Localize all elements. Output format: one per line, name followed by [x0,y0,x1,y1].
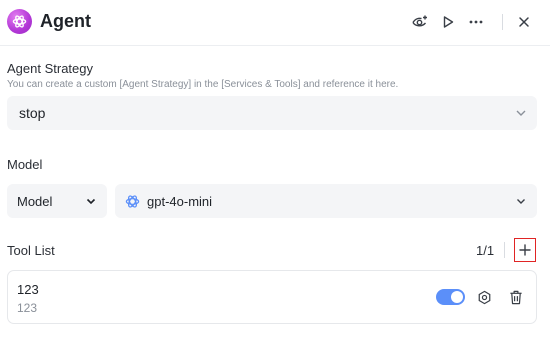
plus-icon [519,244,531,256]
tool-enable-toggle[interactable] [436,289,465,305]
model-type-select[interactable]: Model [7,184,107,218]
panel-title: Agent [40,11,91,31]
agent-strategy-select[interactable]: stop [7,96,537,130]
eye-plus-icon[interactable] [409,11,431,33]
header-divider [502,14,503,30]
tool-name: 123 [17,282,39,297]
model-value: gpt-4o-mini [147,193,213,209]
play-icon[interactable] [437,11,459,33]
agent-app-icon [7,9,32,34]
settings-gear-icon[interactable] [475,288,493,306]
tool-count: 1/1 [476,243,495,258]
tool-list-divider [504,242,505,258]
close-icon[interactable] [513,11,535,33]
chevron-down-icon [517,199,525,204]
model-type-value: Model [17,193,53,209]
add-tool-button[interactable] [514,238,536,262]
tool-item: 123 123 [7,270,537,324]
panel-header: Agent [0,0,550,46]
agent-strategy-value: stop [19,105,46,121]
model-label: Model [7,157,43,172]
tool-list-label: Tool List [7,243,55,258]
model-select[interactable]: gpt-4o-mini [115,184,537,218]
agent-strategy-hint: You can create a custom [Agent Strategy]… [7,79,399,90]
agent-strategy-label: Agent Strategy [7,61,93,76]
chevron-down-icon [86,198,96,205]
trash-icon[interactable] [507,288,525,306]
more-icon[interactable] [465,11,487,33]
chevron-down-icon [516,110,526,116]
openai-icon [125,194,140,208]
tool-description: 123 [17,301,38,315]
